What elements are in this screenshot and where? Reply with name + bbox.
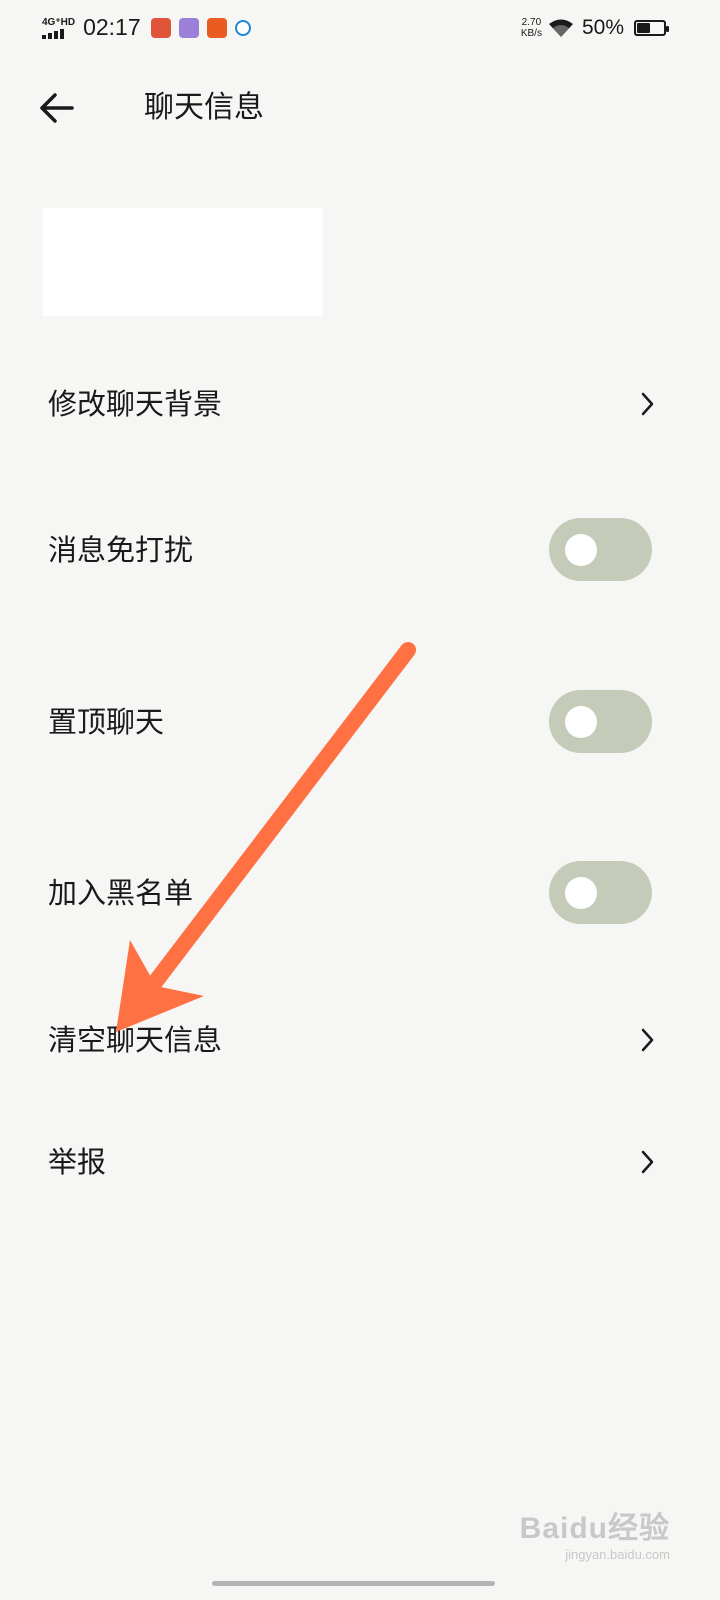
- chevron-right-icon: [641, 1028, 654, 1052]
- status-bar-right: 2.70 KB/s 50%: [521, 16, 669, 40]
- video-app-icon: [206, 17, 227, 38]
- setting-label: 清空聊天信息: [48, 1023, 223, 1057]
- browser-app-icon: [234, 19, 251, 36]
- chat-member-block[interactable]: [43, 208, 323, 316]
- chevron-right-icon: [641, 1150, 654, 1174]
- battery-level-fill: [637, 23, 650, 33]
- watermark-brand: Baidu经验: [519, 1512, 670, 1545]
- wifi-icon: [548, 19, 573, 37]
- setting-row-clear-chat[interactable]: 清空聊天信息: [0, 1016, 720, 1064]
- setting-row-change-background[interactable]: 修改聊天背景: [0, 380, 720, 428]
- network-speed-value: 2.70: [521, 17, 542, 28]
- setting-row-pin-chat: 置顶聊天: [0, 690, 720, 754]
- setting-row-do-not-disturb: 消息免打扰: [0, 518, 720, 582]
- blacklist-toggle[interactable]: [549, 861, 652, 924]
- clock: 02:17: [83, 14, 141, 40]
- setting-label: 消息免打扰: [48, 533, 194, 567]
- chevron-right-icon: [641, 392, 654, 416]
- back-button[interactable]: [34, 86, 78, 130]
- battery-icon: [634, 20, 669, 36]
- toggle-knob: [565, 706, 597, 738]
- signal-icon: [42, 28, 64, 39]
- setting-row-report[interactable]: 举报: [0, 1138, 720, 1186]
- pin-chat-toggle[interactable]: [549, 690, 652, 753]
- status-bar: 4G⁺HD 02:17 2.70 KB/s 50%: [0, 0, 720, 56]
- baidu-watermark: Baidu经验 jingyan.baidu.com: [520, 1503, 670, 1562]
- battery-percent: 50%: [581, 16, 624, 39]
- setting-label: 举报: [48, 1145, 107, 1179]
- setting-label: 加入黑名单: [48, 876, 194, 910]
- page-title: 聊天信息: [144, 90, 264, 125]
- network-speed: 2.70 KB/s: [521, 17, 542, 39]
- home-indicator[interactable]: [212, 1581, 495, 1586]
- puzzle-app-icon: [178, 17, 199, 38]
- watermark-url: jingyan.baidu.com: [565, 1547, 670, 1562]
- toggle-knob: [565, 534, 597, 566]
- network-speed-unit: KB/s: [520, 28, 542, 39]
- game-app-icon: [150, 17, 171, 38]
- toggle-knob: [565, 877, 597, 909]
- arrow-left-icon: [40, 93, 74, 123]
- setting-row-blacklist: 加入黑名单: [0, 861, 720, 925]
- do-not-disturb-toggle[interactable]: [549, 518, 652, 581]
- setting-label: 置顶聊天: [48, 705, 165, 739]
- status-bar-left: 4G⁺HD 02:17: [42, 14, 259, 41]
- network-indicator: 4G⁺HD: [42, 17, 75, 39]
- setting-label: 修改聊天背景: [48, 387, 223, 421]
- network-label: 4G⁺HD: [42, 16, 76, 28]
